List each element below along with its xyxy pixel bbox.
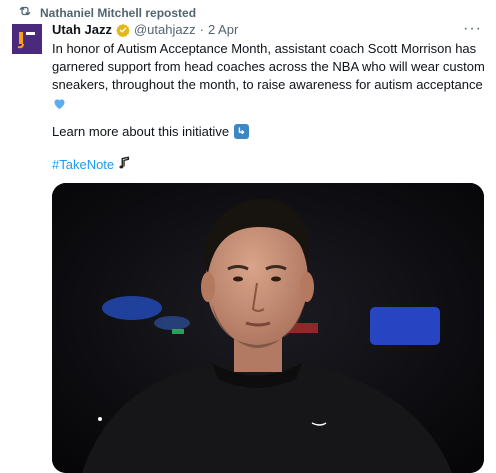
jazz-logo-icon bbox=[12, 24, 42, 54]
repost-text: Nathaniel Mitchell reposted bbox=[40, 5, 197, 20]
photo-coach-icon bbox=[52, 183, 484, 473]
hashtag-line: #TakeNote bbox=[52, 156, 131, 173]
tweet-date[interactable]: 2 Apr bbox=[208, 22, 238, 37]
tweet-body-text: In honor of Autism Acceptance Month, ass… bbox=[52, 41, 485, 92]
tweet-header: Utah Jazz @utahjazz · 2 Apr bbox=[52, 22, 238, 37]
repost-indicator[interactable]: Nathaniel Mitchell reposted bbox=[18, 4, 196, 21]
hashtag-link[interactable]: #TakeNote bbox=[52, 157, 114, 172]
arrow-down-right-icon bbox=[234, 124, 250, 139]
repost-icon bbox=[18, 4, 32, 21]
verified-badge-icon bbox=[116, 23, 130, 37]
tweet-media-image[interactable] bbox=[52, 183, 484, 473]
avatar[interactable] bbox=[12, 24, 42, 54]
more-options-icon[interactable]: ··· bbox=[463, 20, 482, 38]
tweet-body: In honor of Autism Acceptance Month, ass… bbox=[52, 40, 488, 116]
author-name[interactable]: Utah Jazz bbox=[52, 22, 112, 37]
author-handle[interactable]: @utahjazz bbox=[134, 22, 196, 37]
learn-more-line: Learn more about this initiative bbox=[52, 124, 250, 139]
header-separator: · bbox=[199, 22, 204, 37]
music-note-icon bbox=[117, 156, 131, 173]
light-blue-heart-icon bbox=[52, 96, 488, 116]
learn-more-text: Learn more about this initiative bbox=[52, 124, 230, 139]
